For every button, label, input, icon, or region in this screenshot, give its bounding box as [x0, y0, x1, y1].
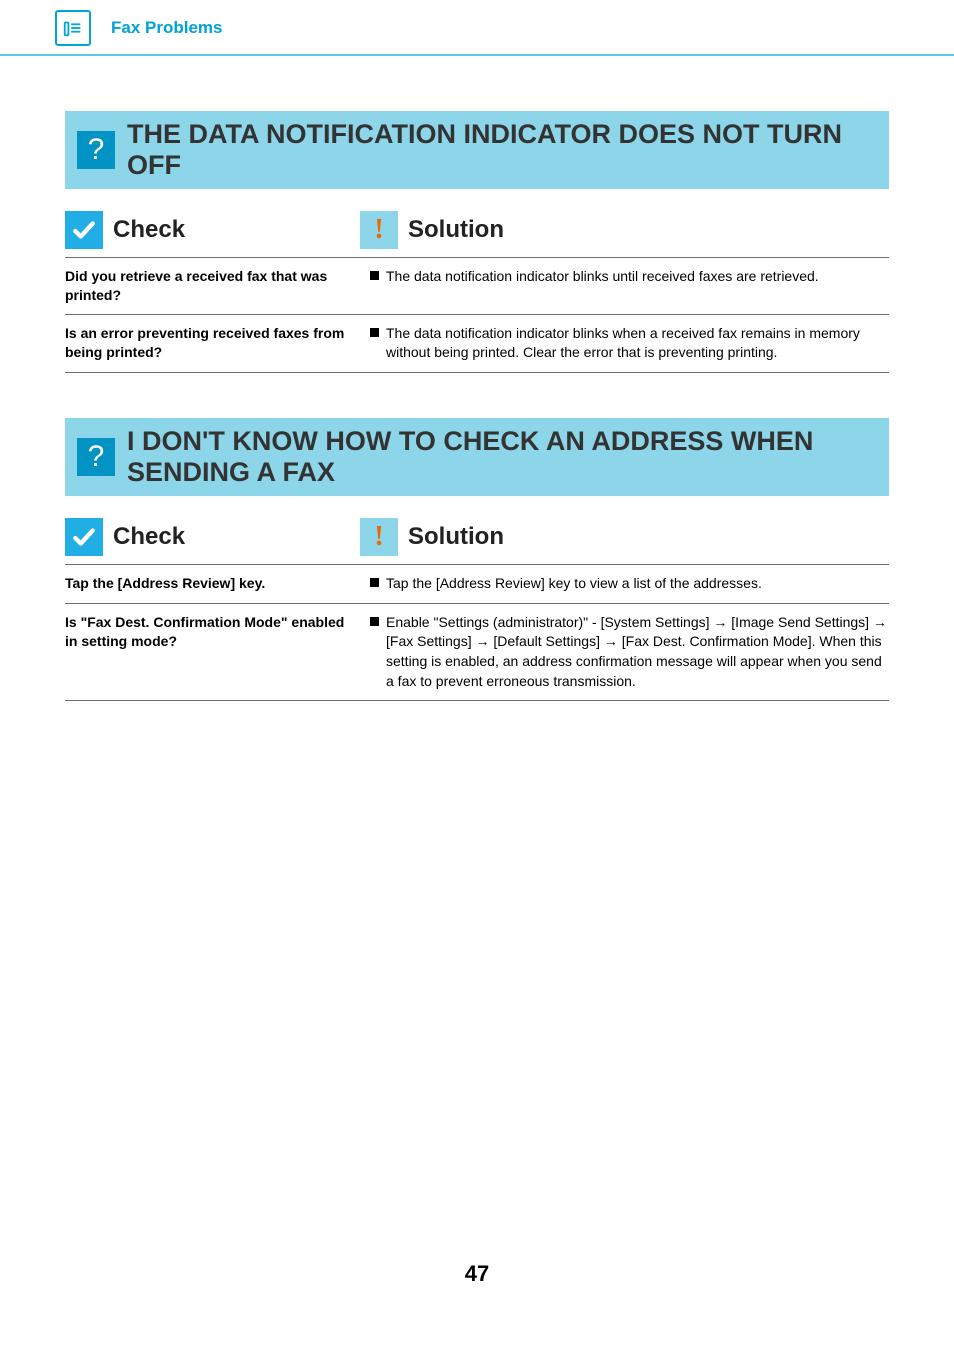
- page-content: ? THE DATA NOTIFICATION INDICATOR DOES N…: [0, 56, 954, 701]
- check-column-label: Check: [113, 523, 185, 551]
- problem-title: THE DATA NOTIFICATION INDICATOR DOES NOT…: [127, 111, 889, 189]
- solution-text: The data notification indicator blinks u…: [370, 267, 889, 305]
- bullet-icon: [370, 578, 379, 587]
- check-column-label: Check: [113, 216, 185, 244]
- solution-text: The data notification indicator blinks w…: [370, 324, 889, 363]
- top-bar: Fax Problems: [0, 0, 954, 56]
- breadcrumb[interactable]: Fax Problems: [111, 18, 223, 38]
- solution-line: The data notification indicator blinks u…: [386, 267, 819, 287]
- table-row: Did you retrieve a received fax that was…: [65, 257, 889, 314]
- check-text: Did you retrieve a received fax that was…: [65, 267, 370, 305]
- page-number: 47: [0, 1261, 954, 1317]
- fax-section-icon: [55, 10, 91, 46]
- solution-text: Tap the [Address Review] key to view a l…: [370, 574, 889, 594]
- problem-header: ? THE DATA NOTIFICATION INDICATOR DOES N…: [65, 111, 889, 189]
- column-headers: Check ! Solution: [65, 518, 889, 556]
- solution-line: The data notification indicator blinks w…: [386, 324, 889, 363]
- solution-column-label: Solution: [408, 216, 504, 244]
- column-headers: Check ! Solution: [65, 211, 889, 249]
- problem-title: I DON'T KNOW HOW TO CHECK AN ADDRESS WHE…: [127, 418, 889, 496]
- check-solution-table: Tap the [Address Review] key. Tap the [A…: [65, 564, 889, 701]
- problem-block: ? THE DATA NOTIFICATION INDICATOR DOES N…: [65, 111, 889, 373]
- check-text: Is an error preventing received faxes fr…: [65, 324, 370, 363]
- bullet-icon: [370, 271, 379, 280]
- solution-line: Tap the [Address Review] key to view a l…: [386, 574, 762, 594]
- question-icon: ?: [77, 438, 115, 476]
- problem-block: ? I DON'T KNOW HOW TO CHECK AN ADDRESS W…: [65, 418, 889, 701]
- checkmark-icon: [65, 518, 103, 556]
- table-row: Is "Fax Dest. Confirmation Mode" enabled…: [65, 603, 889, 701]
- solution-line: Enable "Settings (administrator)" - [Sys…: [386, 613, 889, 691]
- checkmark-icon: [65, 211, 103, 249]
- question-icon: ?: [77, 131, 115, 169]
- solution-column-label: Solution: [408, 523, 504, 551]
- bullet-icon: [370, 328, 379, 337]
- problem-header: ? I DON'T KNOW HOW TO CHECK AN ADDRESS W…: [65, 418, 889, 496]
- exclamation-icon: !: [360, 211, 398, 249]
- check-text: Tap the [Address Review] key.: [65, 574, 370, 594]
- table-row: Tap the [Address Review] key. Tap the [A…: [65, 564, 889, 603]
- bullet-icon: [370, 617, 379, 626]
- exclamation-icon: !: [360, 518, 398, 556]
- check-text: Is "Fax Dest. Confirmation Mode" enabled…: [65, 613, 370, 691]
- check-solution-table: Did you retrieve a received fax that was…: [65, 257, 889, 373]
- solution-text: Enable "Settings (administrator)" - [Sys…: [370, 613, 889, 691]
- table-row: Is an error preventing received faxes fr…: [65, 314, 889, 373]
